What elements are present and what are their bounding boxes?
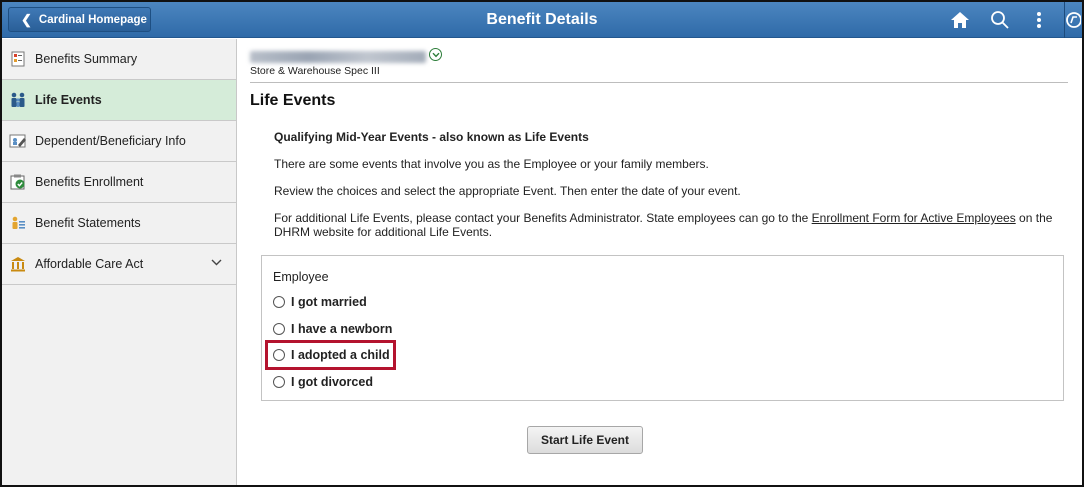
search-icon[interactable]	[988, 8, 1012, 32]
radio-label: I have a newborn	[291, 322, 393, 336]
radio-label: I got married	[291, 295, 367, 309]
header-bar: ❮ Cardinal Homepage Benefit Details	[2, 2, 1082, 38]
radio-button[interactable]	[273, 296, 285, 308]
chevron-down-circle-icon[interactable]	[429, 48, 442, 61]
sidebar-item-label: Benefits Summary	[35, 52, 138, 66]
back-button-label: Cardinal Homepage	[38, 13, 147, 26]
enrollment-icon	[9, 173, 27, 191]
app-frame: ❮ Cardinal Homepage Benefit Details Bene…	[0, 0, 1084, 487]
radio-button[interactable]	[273, 349, 285, 361]
home-icon[interactable]	[948, 8, 972, 32]
chevron-down-icon[interactable]	[211, 257, 222, 269]
sidebar: Benefits Summary Life Events Dependent/B…	[2, 39, 237, 485]
dependent-icon	[9, 132, 27, 150]
section-title: Life Events	[250, 92, 336, 109]
page-title: Benefit Details	[486, 11, 598, 28]
statements-icon	[9, 214, 27, 232]
chevron-left-icon: ❮	[21, 11, 32, 27]
navigation-icon[interactable]	[1065, 8, 1081, 32]
sidebar-item-affordable-care-act[interactable]: Affordable Care Act	[2, 244, 236, 285]
sidebar-item-label: Benefits Enrollment	[35, 175, 144, 189]
sidebar-item-dependent-beneficiary[interactable]: Dependent/Beneficiary Info	[2, 121, 236, 162]
main-content: Store & Warehouse Spec III Life Events Q…	[238, 39, 1082, 485]
instruction-text: For additional Life Events, please conta…	[274, 211, 1064, 239]
qualifying-events-title: Qualifying Mid-Year Events - also known …	[274, 130, 589, 144]
group-label: Employee	[273, 270, 329, 284]
start-life-event-button[interactable]: Start Life Event	[527, 426, 643, 454]
radio-option-got-divorced[interactable]: I got divorced	[273, 373, 373, 391]
sidebar-item-life-events[interactable]: Life Events	[2, 80, 236, 121]
radio-option-got-married[interactable]: I got married	[273, 293, 367, 311]
instruction-text: Review the choices and select the approp…	[274, 184, 741, 198]
sidebar-item-label: Dependent/Beneficiary Info	[35, 134, 186, 148]
employee-job-title: Store & Warehouse Spec III	[250, 65, 380, 77]
instruction-text-part: For additional Life Events, please conta…	[274, 211, 812, 225]
sidebar-item-label: Life Events	[35, 93, 102, 107]
life-events-instructions: Qualifying Mid-Year Events - also known …	[274, 130, 1064, 252]
family-icon	[9, 91, 27, 109]
sidebar-item-label: Affordable Care Act	[35, 257, 144, 271]
radio-label: I got divorced	[291, 375, 373, 389]
radio-label: I adopted a child	[291, 348, 390, 362]
instruction-text: There are some events that involve you a…	[274, 157, 709, 171]
employee-events-group: Employee I got married I have a newborn …	[261, 255, 1064, 401]
back-to-homepage-button[interactable]: ❮ Cardinal Homepage	[8, 7, 151, 32]
radio-option-adopted-child[interactable]: I adopted a child	[273, 346, 390, 364]
benefits-summary-icon	[9, 50, 27, 68]
building-icon	[9, 255, 27, 273]
enrollment-form-link[interactable]: Enrollment Form for Active Employees	[812, 211, 1016, 225]
employee-name-redacted	[250, 51, 426, 63]
sidebar-item-benefits-enrollment[interactable]: Benefits Enrollment	[2, 162, 236, 203]
radio-button[interactable]	[273, 323, 285, 335]
employee-header: Store & Warehouse Spec III	[250, 47, 1068, 83]
sidebar-item-benefits-summary[interactable]: Benefits Summary	[2, 39, 236, 80]
radio-option-newborn[interactable]: I have a newborn	[273, 320, 392, 338]
sidebar-item-label: Benefit Statements	[35, 216, 141, 230]
more-options-icon[interactable]	[1027, 8, 1051, 32]
radio-button[interactable]	[273, 376, 285, 388]
sidebar-item-benefit-statements[interactable]: Benefit Statements	[2, 203, 236, 244]
